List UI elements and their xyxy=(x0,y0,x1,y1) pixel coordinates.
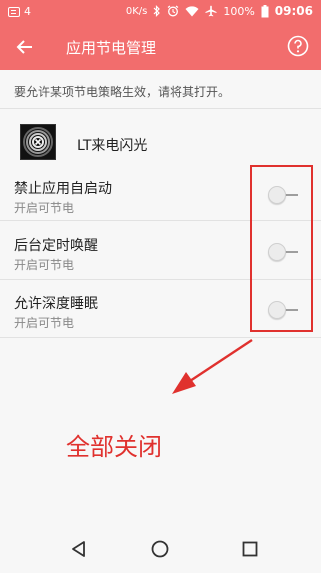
screen: 4 0K/s 100% 09:06 应用节电管理 要允许某项节电策略生效，请将其… xyxy=(0,0,321,573)
navigation-bar xyxy=(0,527,321,573)
nav-back-icon[interactable] xyxy=(70,540,88,558)
nav-recents-icon[interactable] xyxy=(242,541,258,557)
annotation-text: 全部关闭 xyxy=(66,433,162,461)
annotation-arrow xyxy=(172,338,253,394)
nav-home-icon[interactable] xyxy=(150,539,170,559)
